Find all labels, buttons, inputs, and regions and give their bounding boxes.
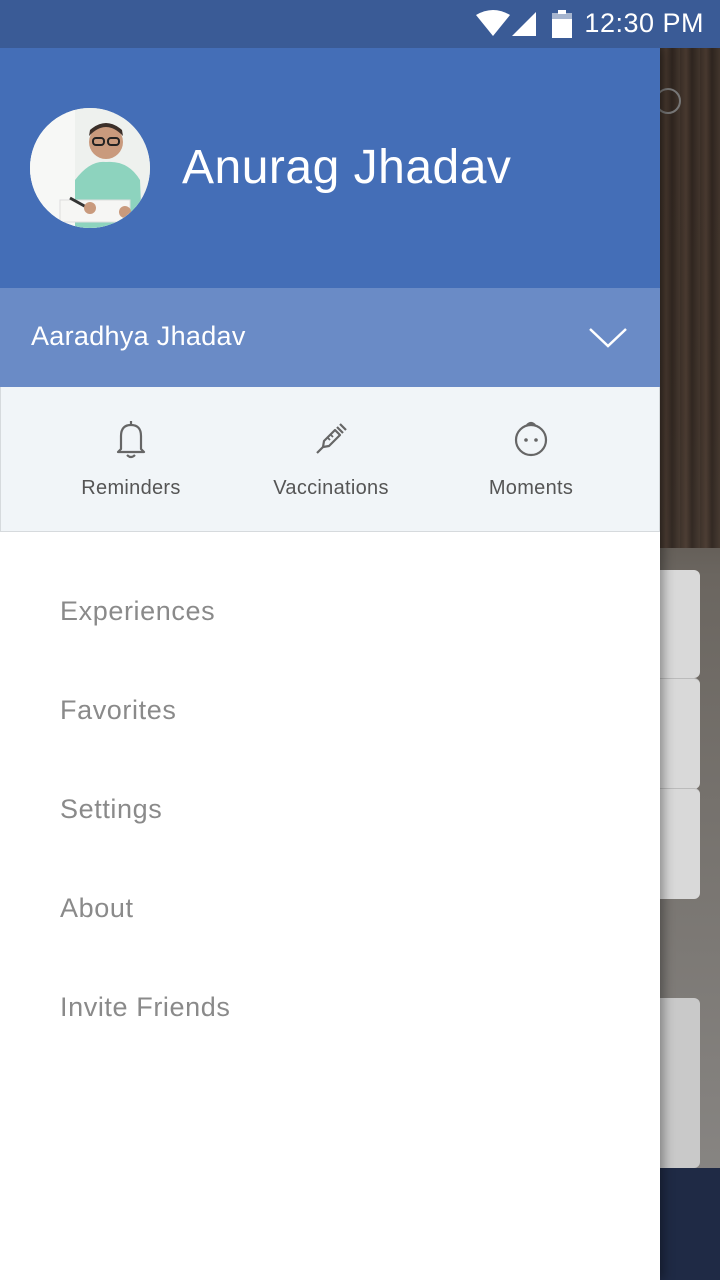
status-time: 12:30 PM	[584, 8, 704, 38]
quick-action-reminders[interactable]: Reminders	[31, 387, 231, 531]
battery-icon	[552, 10, 572, 38]
user-name: Anurag Jhadav	[182, 141, 512, 194]
quick-action-vaccinations[interactable]: Vaccinations	[231, 387, 431, 531]
child-selector[interactable]: Aaradhya Jhadav	[0, 288, 660, 387]
quick-action-label: Moments	[488, 477, 574, 499]
syringe-icon	[313, 419, 349, 459]
menu-item-experiences[interactable]: Experiences	[60, 596, 215, 627]
quick-action-label: Reminders	[81, 477, 181, 499]
status-bar: 12:30 PM	[0, 0, 720, 48]
quick-actions: Reminders Vaccinations Moments	[0, 387, 660, 532]
quick-action-moments[interactable]: Moments	[431, 387, 631, 531]
menu-item-about[interactable]: About	[60, 893, 134, 924]
menu-item-settings[interactable]: Settings	[60, 794, 162, 825]
chevron-down-icon[interactable]	[588, 326, 628, 355]
quick-action-label: Vaccinations	[273, 477, 389, 499]
menu-item-invite-friends[interactable]: Invite Friends	[60, 992, 230, 1023]
baby-face-icon	[513, 419, 549, 459]
menu-item-favorites[interactable]: Favorites	[60, 695, 176, 726]
drawer-header: Anurag Jhadav	[0, 48, 660, 288]
bell-icon	[113, 419, 149, 459]
avatar[interactable]	[30, 108, 150, 228]
signal-icon	[512, 12, 536, 36]
wifi-icon	[476, 10, 510, 36]
status-icons	[474, 9, 574, 44]
child-name: Aaradhya Jhadav	[31, 321, 246, 351]
navigation-drawer: Anurag Jhadav Aaradhya Jhadav Reminders	[0, 48, 660, 1280]
